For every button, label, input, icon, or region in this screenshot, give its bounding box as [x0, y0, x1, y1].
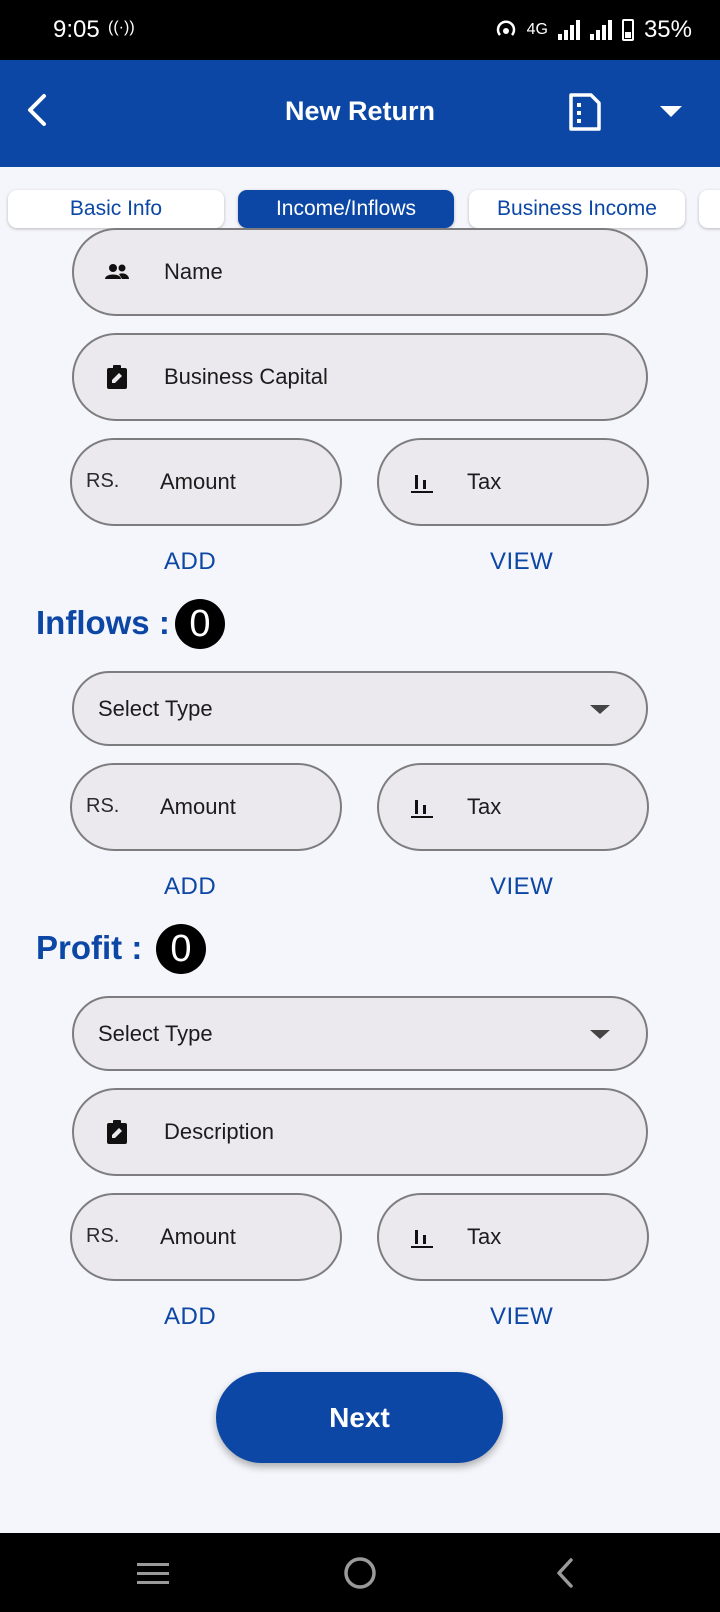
tab-income-inflows[interactable]: Income/Inflows	[238, 190, 454, 228]
bar-chart-icon	[411, 800, 433, 818]
inflows-amount-field[interactable]: RS. Amount	[70, 763, 342, 851]
inflows-count-badge: 0	[175, 599, 225, 649]
business-capital-placeholder: Business Capital	[164, 364, 328, 389]
bar-chart-icon	[411, 475, 433, 493]
recent-apps-icon[interactable]	[135, 1555, 171, 1591]
inflows-type-select[interactable]: Select Type	[72, 671, 648, 746]
people-icon	[105, 264, 129, 279]
business-amount-field[interactable]: RS. Amount	[70, 438, 342, 526]
business-tax-field[interactable]: Tax	[377, 438, 649, 526]
dropdown-menu-icon[interactable]	[660, 106, 682, 117]
profit-type-select[interactable]: Select Type	[72, 996, 648, 1071]
inflows-add-button[interactable]: ADD	[164, 873, 216, 901]
tab-basic-info[interactable]: Basic Info	[8, 190, 224, 228]
name-field[interactable]: Name	[72, 228, 648, 316]
currency-prefix: RS.	[86, 795, 120, 817]
page-title: New Return	[284, 96, 436, 126]
tab-next-partial[interactable]	[699, 190, 720, 228]
tax-placeholder: Tax	[467, 469, 502, 494]
tab-bar: Basic Info Income/Inflows Business Incom…	[0, 167, 720, 237]
status-icons: 4G 35%	[495, 16, 692, 44]
inflows-view-button[interactable]: VIEW	[490, 873, 553, 901]
business-capital-field[interactable]: Business Capital	[72, 333, 648, 421]
name-placeholder: Name	[164, 259, 223, 284]
document-icon[interactable]	[564, 92, 604, 132]
clipboard-edit-icon	[107, 365, 127, 389]
inflows-tax-field[interactable]: Tax	[377, 763, 649, 851]
business-view-button[interactable]: VIEW	[490, 548, 553, 576]
system-nav-bar	[0, 1533, 720, 1612]
profit-heading: Profit :	[36, 929, 143, 966]
hotspot-signal-icon	[496, 20, 515, 36]
battery-icon	[621, 19, 634, 41]
chevron-down-icon	[590, 704, 610, 714]
select-type-placeholder: Select Type	[98, 1020, 213, 1046]
profit-amount-field[interactable]: RS. Amount	[70, 1193, 342, 1281]
bar-chart-icon	[411, 1230, 433, 1248]
home-icon[interactable]	[342, 1555, 378, 1591]
inflows-heading: Inflows :	[36, 604, 170, 641]
clipboard-edit-icon	[107, 1120, 127, 1144]
signal-icon	[557, 20, 580, 40]
amount-placeholder: Amount	[160, 469, 236, 494]
battery-level: 35%	[643, 16, 692, 43]
tax-placeholder: Tax	[467, 1224, 502, 1249]
amount-placeholder: Amount	[160, 1224, 236, 1249]
currency-prefix: RS.	[86, 1225, 120, 1247]
description-placeholder: Description	[164, 1119, 275, 1144]
profit-add-button[interactable]: ADD	[164, 1303, 216, 1331]
currency-prefix: RS.	[86, 470, 120, 492]
profit-description-field[interactable]: Description	[72, 1088, 648, 1176]
back-nav-icon[interactable]	[548, 1555, 584, 1591]
profit-count-badge: 0	[156, 924, 206, 974]
next-button[interactable]: Next	[216, 1372, 503, 1463]
tab-business-income[interactable]: Business Income	[469, 190, 685, 228]
select-type-placeholder: Select Type	[98, 695, 213, 721]
tax-placeholder: Tax	[467, 794, 502, 819]
signal-icon-2	[589, 20, 612, 40]
profit-tax-field[interactable]: Tax	[377, 1193, 649, 1281]
profit-view-button[interactable]: VIEW	[490, 1303, 553, 1331]
app-bar: New Return	[0, 60, 720, 167]
business-add-button[interactable]: ADD	[164, 548, 216, 576]
status-bar: 9:05 ((·)) 4G 35%	[0, 0, 720, 60]
status-time: 9:05	[53, 16, 100, 43]
amount-placeholder: Amount	[160, 794, 236, 819]
chevron-down-icon	[590, 1029, 610, 1039]
network-type: 4G	[526, 21, 548, 38]
hotspot-icon: ((·))	[108, 19, 135, 36]
